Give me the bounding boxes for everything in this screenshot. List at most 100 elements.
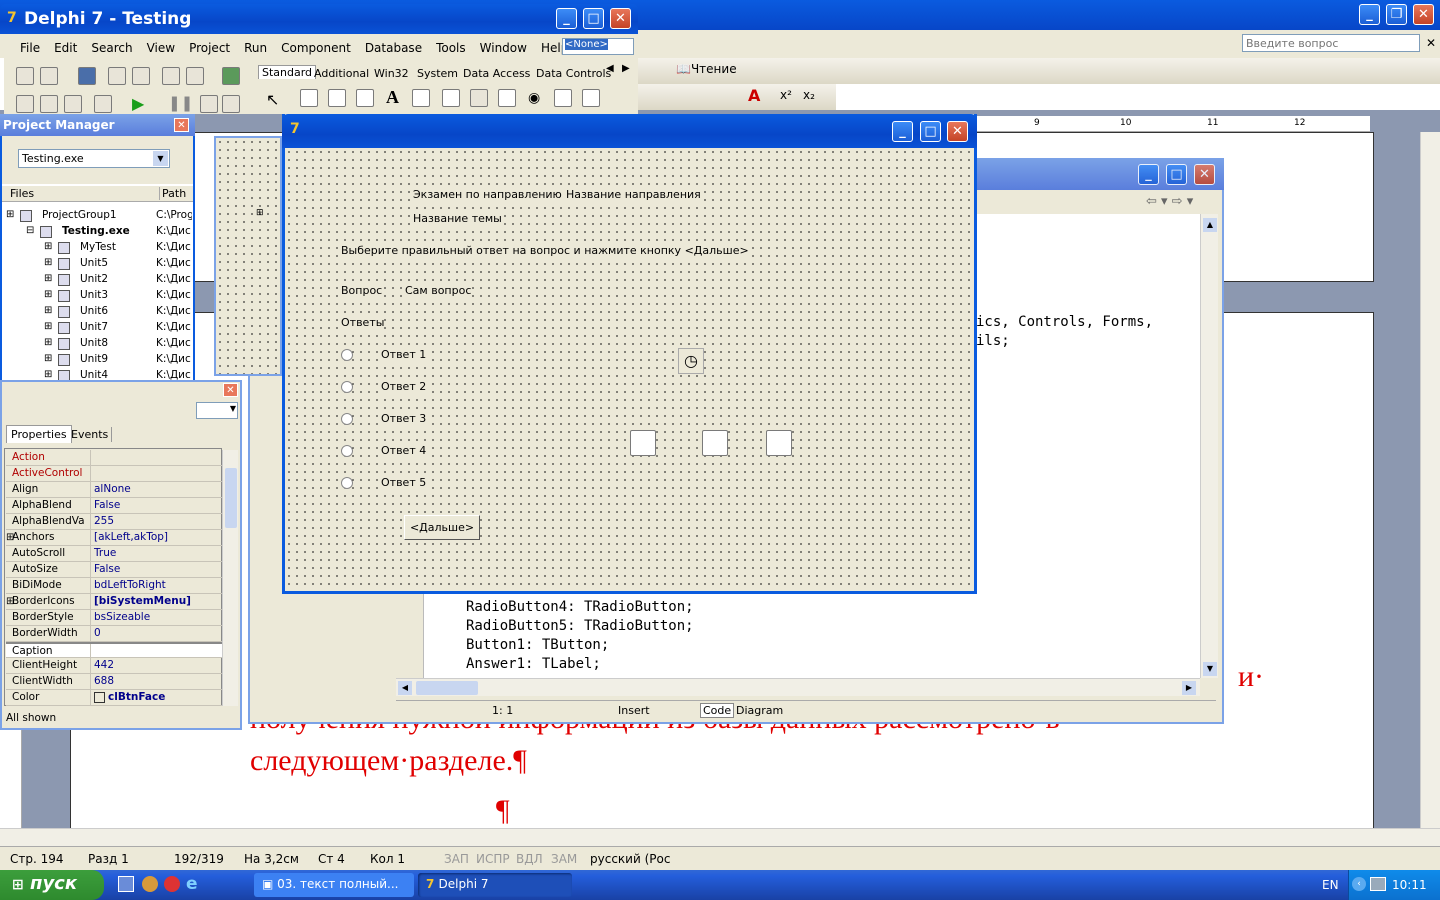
menu-file[interactable]: File	[20, 41, 40, 55]
form-client-area[interactable]	[285, 148, 974, 591]
ado-connection-icon[interactable]	[630, 430, 656, 456]
delphi-maximize-button[interactable]: □	[583, 8, 604, 29]
menu-run[interactable]: Run	[244, 41, 267, 55]
property-value[interactable]: False	[94, 562, 120, 577]
collapse-icon[interactable]: ⊟	[26, 225, 34, 236]
tab-system[interactable]: System	[417, 67, 458, 80]
property-value[interactable]: [biSystemMenu]	[94, 594, 191, 609]
tab-additional[interactable]: Additional	[314, 67, 369, 80]
tab-data-controls[interactable]: Data Controls	[536, 67, 611, 80]
expand-icon[interactable]: ⊞	[44, 305, 52, 316]
property-row[interactable]: AlphaBlend False	[6, 498, 222, 514]
status-rec[interactable]: ЗАП	[444, 852, 469, 866]
word-hscroll[interactable]	[0, 828, 1440, 846]
help-close-icon[interactable]: ✕	[1426, 36, 1436, 50]
answer-radio[interactable]	[341, 413, 353, 425]
inspector-scroll-thumb[interactable]	[225, 468, 237, 528]
next-button[interactable]: <Дальше>	[404, 515, 480, 540]
remove-file-icon[interactable]	[186, 67, 204, 85]
expand-icon[interactable]: ⊞	[6, 209, 14, 220]
inspector-vscroll[interactable]	[222, 450, 238, 706]
scroll-down-icon[interactable]: ▼	[1203, 662, 1217, 676]
font-color-icon[interactable]: A	[748, 86, 760, 105]
ado-table-icon[interactable]	[766, 430, 792, 456]
delphi-minimize-button[interactable]: _	[556, 8, 577, 29]
label-tool-icon[interactable]: A	[386, 87, 399, 108]
palette-scroll-right-icon[interactable]: ▶	[622, 63, 630, 74]
toggle-form-unit-icon[interactable]	[64, 95, 82, 113]
editor-close-button[interactable]: ✕	[1194, 164, 1215, 185]
task-delphi[interactable]: 7 Delphi 7	[418, 873, 572, 897]
task-word[interactable]: ▣ 03. текст полный...	[254, 873, 414, 897]
menu-window[interactable]: Window	[480, 41, 527, 55]
subscript-icon[interactable]: x₂	[803, 88, 815, 102]
menu-view[interactable]: View	[147, 41, 175, 55]
new-form-icon[interactable]	[94, 95, 112, 113]
project-tree-item[interactable]: ⊞ ProjectGroup1 C:\Prog	[6, 208, 192, 224]
property-row[interactable]: AlphaBlendValu 255	[6, 514, 222, 530]
scroll-right-icon[interactable]: ▶	[1182, 681, 1196, 695]
memo-tool-icon[interactable]	[442, 89, 460, 107]
word-minimize-button[interactable]: _	[1359, 4, 1380, 25]
property-value[interactable]: alNone	[94, 482, 131, 497]
tab-data-access[interactable]: Data Access	[463, 67, 530, 80]
superscript-icon[interactable]: x²	[780, 88, 792, 102]
property-row[interactable]: ActiveControl	[6, 466, 222, 482]
expand-icon[interactable]: ⊞	[44, 273, 52, 284]
project-tree-item[interactable]: ⊞ Unit5 K:\Дис	[6, 256, 192, 272]
quicklaunch-desktop-icon[interactable]	[118, 876, 134, 892]
ado-query-icon[interactable]	[702, 430, 728, 456]
form-maximize-button[interactable]: □	[920, 121, 941, 142]
menu-tools[interactable]: Tools	[436, 41, 466, 55]
project-tree-item[interactable]: ⊞ Unit2 K:\Дис	[6, 272, 192, 288]
run-icon[interactable]: ▶	[132, 94, 144, 113]
col-files[interactable]: Files	[10, 187, 34, 200]
view-form-icon[interactable]	[40, 95, 58, 113]
property-row[interactable]: BorderStyle bsSizeable	[6, 610, 222, 626]
quicklaunch-media-icon[interactable]	[142, 876, 158, 892]
step-over-icon[interactable]	[222, 95, 240, 113]
editor-hscroll[interactable]: ◀ ▶	[396, 678, 1200, 696]
expand-icon[interactable]: ⊞	[44, 353, 52, 364]
property-row[interactable]: Action	[6, 450, 222, 466]
help-book-icon[interactable]	[222, 67, 240, 85]
language-indicator[interactable]: EN	[1322, 878, 1339, 892]
tab-code[interactable]: Code	[700, 703, 735, 718]
property-value[interactable]: 0	[94, 626, 101, 641]
combobox-tool-icon[interactable]	[582, 89, 600, 107]
popup-menu-icon[interactable]	[356, 89, 374, 107]
property-row[interactable]: BiDiMode bdLeftToRight	[6, 578, 222, 594]
project-tree-item[interactable]: ⊞ Unit7 K:\Дис	[6, 320, 192, 336]
property-row[interactable]: AutoScroll True	[6, 546, 222, 562]
expand-icon[interactable]: ⊞	[44, 241, 52, 252]
menu-edit[interactable]: Edit	[54, 41, 77, 55]
status-ext[interactable]: ВДЛ	[516, 852, 543, 866]
property-value[interactable]: True	[94, 546, 116, 561]
answer-radio[interactable]	[341, 477, 353, 489]
expand-icon[interactable]: ⊞	[44, 289, 52, 300]
tab-diagram[interactable]: Diagram	[736, 704, 783, 717]
form-minimize-button[interactable]: _	[892, 121, 913, 142]
property-row[interactable]: AutoSize False	[6, 562, 222, 578]
project-tree-item[interactable]: ⊞ MyTest K:\Дис	[6, 240, 192, 256]
property-value[interactable]: False	[94, 498, 120, 513]
expand-icon[interactable]: ⊞	[44, 257, 52, 268]
property-value[interactable]: clBtnFace	[108, 690, 165, 705]
project-tree-item[interactable]: ⊞ Unit8 K:\Дис	[6, 336, 192, 352]
property-row[interactable]: ClientWidth 688	[6, 674, 222, 690]
status-trk[interactable]: ИСПР	[476, 852, 510, 866]
editor-maximize-button[interactable]: □	[1166, 164, 1187, 185]
palette-scroll-left-icon[interactable]: ◀	[606, 63, 614, 74]
answer-radio[interactable]	[341, 349, 353, 361]
pause-icon[interactable]: ❚❚	[168, 94, 193, 112]
editor-nav-arrows[interactable]: ⇦ ▾ ⇨ ▾	[1146, 194, 1193, 209]
quicklaunch-ie-icon[interactable]: e	[186, 874, 198, 894]
menu-project[interactable]: Project	[189, 41, 230, 55]
object-inspector-close-button[interactable]: ✕	[223, 383, 238, 397]
tab-win32[interactable]: Win32	[374, 67, 409, 80]
menu-database[interactable]: Database	[365, 41, 422, 55]
property-value[interactable]: bsSizeable	[94, 610, 150, 625]
property-value[interactable]: 688	[94, 674, 114, 689]
form-close-button[interactable]: ✕	[947, 121, 968, 142]
tray-network-icon[interactable]	[1370, 877, 1386, 891]
